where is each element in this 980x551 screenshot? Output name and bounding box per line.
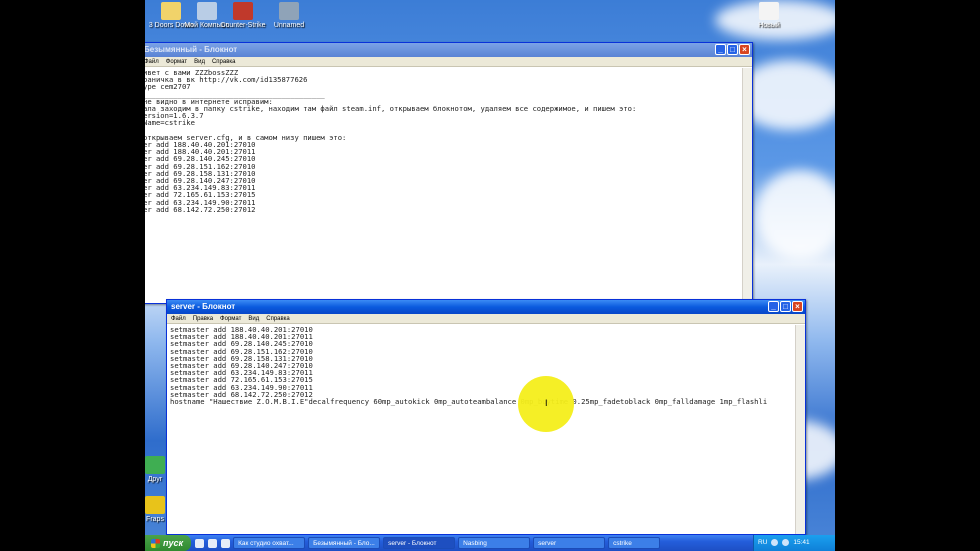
language-indicator[interactable]: RU	[758, 535, 767, 551]
window-titlebar[interactable]: Безымянный - Блокнот _ □ ×	[145, 43, 752, 57]
text-line: er add 68.142.72.250:27012	[145, 204, 256, 214]
notepad-window-untitled[interactable]: Безымянный - Блокнот _ □ × Файл Формат В…	[145, 42, 753, 304]
text-area[interactable]: setmaster add 188.40.40.201:27010 setmast…	[167, 324, 805, 534]
notepad-window-server[interactable]: server - Блокнот _ □ × Файл Правка Форма…	[166, 299, 806, 535]
close-button[interactable]: ×	[739, 44, 750, 55]
menu-edit[interactable]: Правка	[193, 314, 213, 323]
minimize-button[interactable]: _	[715, 44, 726, 55]
picture-icon	[279, 2, 299, 20]
text-line: раничка в вк http://vk.com/id135877626	[145, 75, 308, 85]
menu-help[interactable]: Справка	[266, 314, 290, 323]
network-icon[interactable]	[771, 539, 779, 546]
close-button[interactable]: ×	[792, 301, 803, 312]
text-line: hostname "Нашествие Z.O.M.B.I.E"decalfre…	[170, 397, 768, 407]
fraps-icon	[145, 496, 165, 514]
game-icon	[233, 2, 253, 20]
taskbar-item[interactable]: Безымянный - Бло...	[308, 537, 381, 549]
taskbar-item[interactable]: Nasbing	[458, 537, 531, 549]
vertical-scrollbar[interactable]	[795, 325, 805, 534]
folder-icon	[161, 2, 181, 20]
menu-view[interactable]: Вид	[248, 314, 259, 323]
computer-icon	[197, 2, 217, 20]
menu-file[interactable]: Файл	[145, 57, 159, 66]
vertical-scrollbar[interactable]	[742, 68, 752, 303]
clock: 15:41	[793, 539, 810, 546]
taskbar-item[interactable]: server	[533, 537, 606, 549]
user-icon	[145, 456, 165, 474]
text-cursor-icon: I	[545, 398, 548, 408]
minimize-button[interactable]: _	[768, 301, 779, 312]
start-button[interactable]: пуск	[145, 535, 192, 551]
quick-launch-media-icon[interactable]	[208, 538, 218, 548]
document-icon	[759, 2, 779, 20]
maximize-button[interactable]: □	[727, 44, 738, 55]
taskbar-item[interactable]: cstrike	[608, 537, 661, 549]
window-titlebar[interactable]: server - Блокнот _ □ ×	[167, 300, 805, 314]
desktop: 3 Doors Down Moй Компьют. Counter-Strike…	[145, 0, 835, 551]
system-tray: RU 15:41	[753, 535, 835, 551]
quick-launch-desktop-icon[interactable]	[221, 538, 231, 548]
text-line: ала заходим в папку cstrike, находим там…	[145, 104, 637, 114]
menu-format[interactable]: Формат	[220, 314, 241, 323]
windows-logo-icon	[151, 538, 160, 548]
text-line: Name=cstrike	[145, 118, 195, 128]
taskbar-item[interactable]: Как студио охват...	[233, 537, 306, 549]
menu-view[interactable]: Вид	[194, 57, 205, 66]
taskbar-item[interactable]: server - Блокнот	[383, 537, 456, 549]
desktop-icon-new[interactable]: Новый	[745, 2, 793, 29]
quick-launch-browser-icon[interactable]	[195, 538, 205, 548]
window-title: Безымянный - Блокнот	[145, 45, 238, 54]
text-area[interactable]: ивет с вами ZZZbossZZZ раничка в вк http:…	[145, 67, 752, 303]
volume-icon[interactable]	[782, 539, 790, 546]
desktop-icon-unnamed[interactable]: Unnamed	[265, 2, 313, 29]
taskbar: пуск Как студио охват... Безымянный - Бл…	[145, 535, 835, 551]
desktop-icon-counter-strike[interactable]: Counter-Strike	[219, 2, 267, 29]
menu-bar: Файл Формат Вид Справка	[145, 57, 752, 67]
menu-help[interactable]: Справка	[212, 57, 236, 66]
menu-format[interactable]: Формат	[166, 57, 187, 66]
text-line: ersion=1.6.3.7	[145, 111, 204, 121]
window-title: server - Блокнот	[171, 302, 236, 311]
menu-bar: Файл Правка Формат Вид Справка	[167, 314, 805, 324]
maximize-button[interactable]: □	[780, 301, 791, 312]
menu-file[interactable]: Файл	[171, 314, 186, 323]
